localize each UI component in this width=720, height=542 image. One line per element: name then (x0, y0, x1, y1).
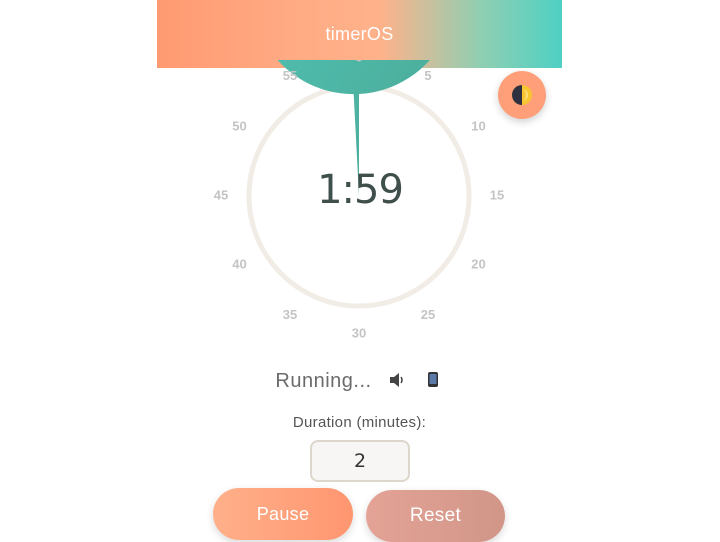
theme-toggle-button[interactable] (498, 71, 546, 119)
dial-tick-label: 0 (355, 60, 362, 64)
status-text: Running... (275, 370, 372, 392)
dial-tick-label: 55 (283, 68, 297, 83)
reset-button[interactable]: Reset (366, 490, 505, 542)
timer-dial: 0510152025303540455055 1:59 (210, 60, 510, 340)
status-row: Running... (157, 370, 562, 393)
dial-tick-label: 30 (352, 325, 366, 340)
dial-tick-label: 50 (232, 118, 246, 133)
dial-tick-label: 10 (471, 118, 485, 133)
half-moon-icon (512, 85, 532, 105)
app-header: timerOS (157, 0, 562, 68)
duration-label: Duration (minutes): (292, 414, 427, 431)
dial-tick-label: 40 (232, 256, 246, 271)
time-remaining: 1:59 (317, 167, 404, 213)
pause-button[interactable]: Pause (213, 488, 353, 540)
app-title: timerOS (325, 23, 394, 44)
dial-tick-label: 25 (421, 307, 435, 322)
speaker-icon[interactable] (386, 372, 408, 392)
dial-tick-label: 5 (424, 68, 431, 83)
timer-app: timerOS 0510152025303540455055 1:59 Runn… (157, 0, 562, 542)
dial-tick-label: 20 (471, 256, 485, 271)
dial-tick-label: 35 (283, 307, 297, 322)
duration-input[interactable] (310, 440, 410, 482)
phone-icon[interactable] (422, 371, 444, 392)
